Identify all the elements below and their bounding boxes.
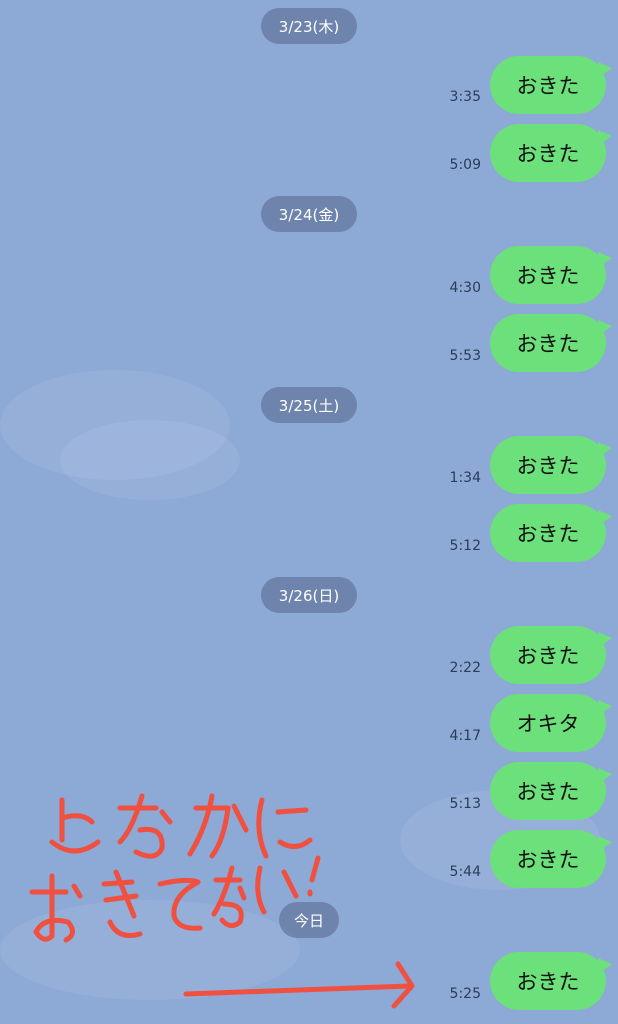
- arrow-stroke: [183, 983, 413, 997]
- handwriting-stroke: [255, 865, 299, 915]
- handwritten-annotation: [29, 793, 415, 1009]
- handwriting-stroke: [101, 869, 143, 938]
- handwriting-stroke: [117, 793, 173, 859]
- handwriting-stroke: [187, 793, 249, 859]
- handwriting-stroke: [49, 797, 101, 854]
- handwriting-stroke: [307, 855, 321, 897]
- handwriting-stroke: [29, 873, 83, 943]
- handwriting-stroke: [211, 865, 247, 928]
- handwriting-stroke: [256, 797, 313, 859]
- handwriting-stroke: [157, 877, 203, 931]
